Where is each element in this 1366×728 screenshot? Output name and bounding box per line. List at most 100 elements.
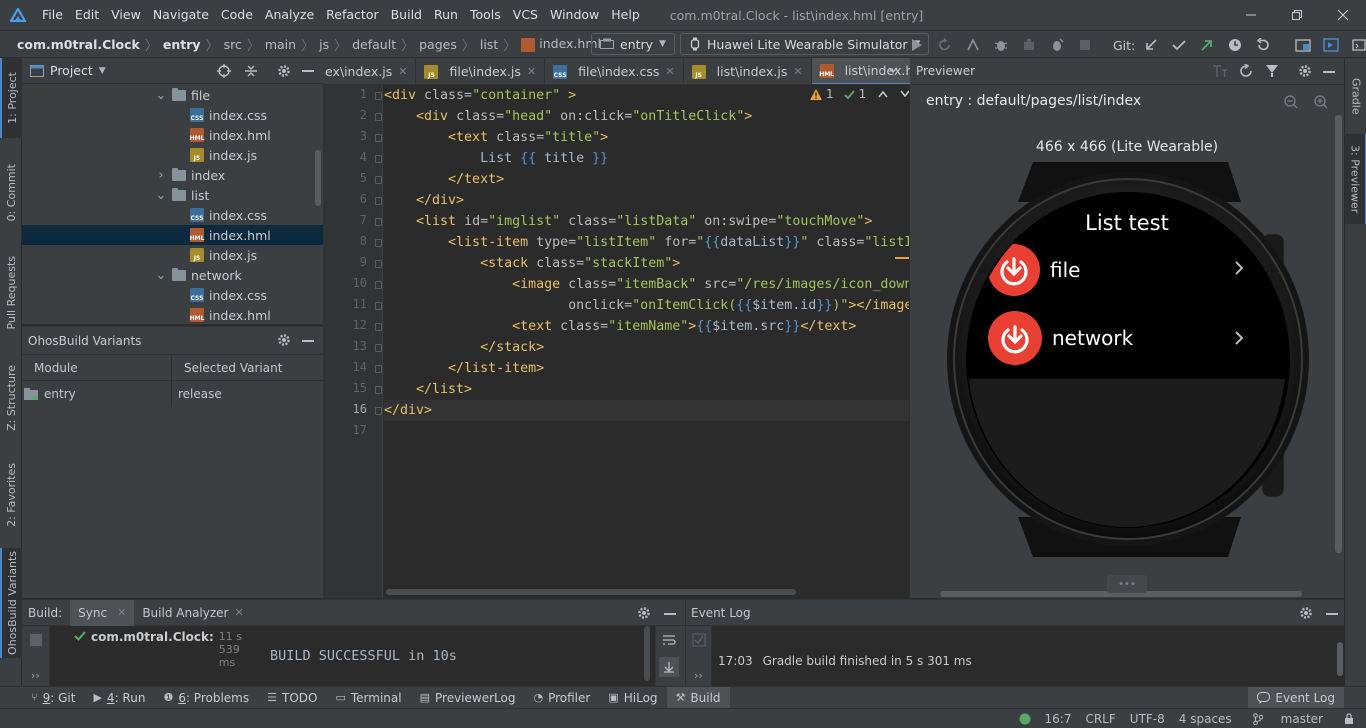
tree-item[interactable]: HML index.hml — [22, 225, 323, 245]
zoom-out-icon[interactable] — [1284, 95, 1298, 109]
minimize-panel-icon[interactable] — [664, 613, 676, 615]
module-select[interactable]: entry ▼ — [591, 33, 675, 55]
tool-window-problems[interactable]: ❶ 6: Problems — [154, 687, 258, 709]
gear-icon[interactable] — [1299, 606, 1313, 620]
attach-debugger-icon[interactable] — [1045, 33, 1069, 57]
line-separator[interactable]: CRLF — [1078, 712, 1122, 726]
menu-item-view[interactable]: View — [105, 0, 147, 30]
menu-item-run[interactable]: Run — [428, 0, 464, 30]
breadcrumb-item[interactable]: src — [219, 37, 247, 52]
gear-icon[interactable] — [637, 606, 651, 620]
tool-tab-commit[interactable]: 0: Commit — [0, 148, 22, 238]
gear-icon[interactable] — [1298, 64, 1312, 78]
debug-icon[interactable] — [989, 33, 1013, 57]
indent-setting[interactable]: 4 spaces — [1172, 712, 1239, 726]
tool-tab-pull-requests[interactable]: Pull Requests — [0, 243, 22, 343]
expand-icon[interactable]: ›› — [31, 669, 40, 682]
fold-marker[interactable] — [375, 176, 382, 184]
breadcrumb-item[interactable]: list — [475, 37, 503, 52]
tree-item[interactable]: JS index.js — [22, 145, 323, 165]
tool-window-run[interactable]: ▶ 4: Run — [84, 687, 154, 709]
tool-window-todo[interactable]: ☰ TODO — [258, 687, 326, 709]
fold-marker[interactable] — [375, 134, 382, 142]
tool-window-build[interactable]: ⚒ Build — [666, 686, 730, 709]
chevron-down-icon[interactable]: ⌄ — [154, 188, 168, 203]
editor-tab[interactable]: JS list\index.js ✕ — [684, 58, 812, 84]
gear-icon[interactable] — [277, 333, 291, 347]
menu-item-vcs[interactable]: VCS — [507, 0, 544, 30]
fold-marker[interactable] — [375, 302, 382, 310]
tree-item[interactable]: ⌄ list — [22, 185, 323, 205]
tree-item[interactable]: CSS index.css — [22, 205, 323, 225]
git-push-icon[interactable] — [1195, 33, 1219, 57]
build-tree-item[interactable]: com.m0tral.Clock: 11 s 539 ms — [50, 626, 256, 686]
git-update-icon[interactable] — [1139, 33, 1163, 57]
event-message[interactable]: Gradle build finished in 5 s 301 ms — [763, 654, 972, 668]
column-header-variant[interactable]: Selected Variant — [172, 361, 282, 375]
scroll-to-end-icon[interactable] — [659, 657, 679, 677]
variant-value[interactable]: release — [172, 387, 222, 401]
chevron-down-icon[interactable]: ⌄ — [154, 88, 168, 103]
menu-item-window[interactable]: Window — [544, 0, 605, 30]
minimize-panel-icon[interactable] — [302, 70, 314, 72]
inspector-icon[interactable] — [1265, 64, 1279, 78]
restore-icon[interactable] — [1274, 0, 1320, 30]
minimize-panel-icon[interactable] — [302, 340, 314, 342]
tabs-overflow-icon[interactable] — [887, 64, 899, 76]
download-icon[interactable] — [988, 244, 1040, 296]
tree-item[interactable]: JS index.js — [22, 245, 323, 265]
fold-marker[interactable] — [375, 386, 382, 394]
tool-window-terminal[interactable]: ▭ Terminal — [326, 687, 410, 709]
tool-tab-structure[interactable]: Z: Structure — [0, 356, 22, 440]
tree-item[interactable]: HML index.hml — [22, 305, 323, 324]
code-editor[interactable]: 1 1 <div class="container" > <div class=… — [384, 85, 909, 598]
minimize-panel-icon[interactable] — [1326, 613, 1338, 615]
breadcrumb-item[interactable]: com.m0tral.Clock — [12, 37, 145, 52]
fold-marker[interactable] — [375, 92, 382, 100]
breadcrumb-item[interactable]: js — [314, 37, 334, 52]
tree-item[interactable]: HML index.hml — [22, 125, 323, 145]
project-view-title[interactable]: Project — [50, 63, 93, 78]
menu-item-code[interactable]: Code — [215, 0, 259, 30]
breadcrumb-item[interactable]: pages — [414, 37, 462, 52]
menu-item-help[interactable]: Help — [605, 0, 646, 30]
tool-tab-project[interactable]: 1: Project — [0, 58, 22, 138]
chevron-down-icon[interactable] — [900, 90, 909, 98]
editor-tab[interactable]: CSS file\index.css ✕ — [545, 58, 684, 84]
tool-window-hilog[interactable]: ▣ HiLog — [599, 687, 666, 709]
close-icon[interactable]: ✕ — [665, 65, 674, 78]
expand-icon[interactable]: ›› — [694, 669, 703, 682]
profile-icon[interactable] — [1017, 33, 1041, 57]
lock-icon[interactable] — [1337, 712, 1366, 725]
tool-tab-favorites[interactable]: 2: Favorites — [0, 450, 22, 540]
fold-marker[interactable] — [375, 113, 382, 121]
minimize-panel-icon[interactable] — [1323, 71, 1335, 73]
rerun-icon[interactable] — [933, 33, 957, 57]
history-icon[interactable] — [1223, 33, 1247, 57]
fold-marker[interactable] — [375, 260, 382, 268]
inspection-widget[interactable]: 1 1 — [810, 87, 909, 101]
chevron-down-icon[interactable]: ⌄ — [154, 268, 168, 283]
menu-item-tools[interactable]: Tools — [464, 0, 507, 30]
previewer-icon[interactable] — [1319, 33, 1343, 57]
tree-item[interactable]: CSS index.css — [22, 105, 323, 125]
event-log-button[interactable]: Event Log — [1248, 687, 1344, 709]
locate-icon[interactable] — [217, 64, 231, 78]
chevron-up-icon[interactable] — [878, 90, 888, 98]
file-encoding[interactable]: UTF-8 — [1123, 712, 1172, 726]
close-icon[interactable]: ✕ — [117, 606, 126, 619]
tree-scrollbar[interactable] — [315, 150, 321, 206]
fold-marker[interactable] — [375, 365, 382, 373]
menu-item-navigate[interactable]: Navigate — [147, 0, 215, 30]
chevron-right-icon[interactable]: › — [154, 168, 168, 183]
column-header-module[interactable]: Module — [22, 354, 172, 381]
tool-window-log[interactable]: ▤ PreviewerLog — [411, 687, 525, 709]
fold-marker[interactable] — [375, 197, 382, 205]
collapse-all-icon[interactable] — [244, 64, 258, 78]
soft-wrap-icon[interactable] — [662, 634, 676, 646]
status-indicator-icon[interactable] — [1012, 713, 1038, 725]
menu-item-analyze[interactable]: Analyze — [259, 0, 320, 30]
git-commit-icon[interactable] — [1167, 33, 1191, 57]
fold-marker[interactable] — [375, 407, 382, 415]
close-icon[interactable] — [1320, 0, 1366, 30]
